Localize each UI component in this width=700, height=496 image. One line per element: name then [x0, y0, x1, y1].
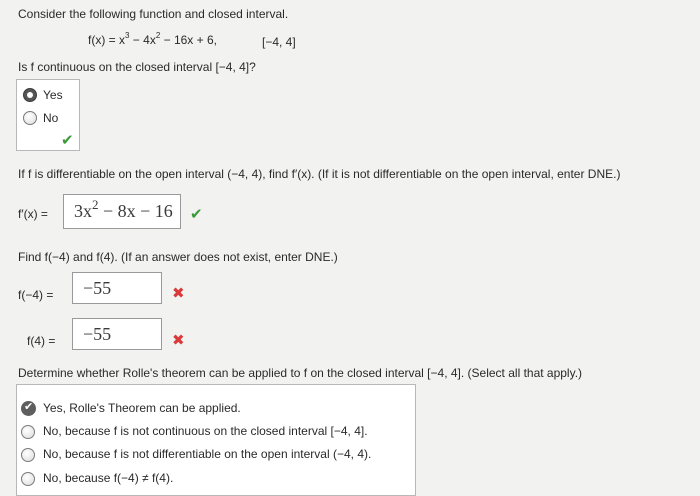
rolle-option-1: Yes, Rolle's Theorem can be applied.: [43, 401, 241, 415]
rolle-option-2: No, because f is not continuous on the c…: [43, 424, 368, 438]
check-icon: ✔: [61, 132, 74, 149]
check-icon: ✔: [190, 206, 203, 223]
derivative-lhs: f′(x) =: [18, 207, 48, 221]
continuity-options-box: Yes No ✔: [16, 79, 80, 151]
function-exp1: 3: [125, 31, 130, 40]
derivative-coef: 3x: [74, 201, 92, 221]
x-icon: ✖: [172, 285, 185, 302]
derivative-answer-field[interactable]: 3x2 − 8x − 16: [63, 194, 181, 229]
f-neg4-field[interactable]: −55: [72, 272, 162, 304]
checkmark-icon: ✔: [24, 401, 34, 413]
derivative-question: If f is differentiable on the open inter…: [18, 167, 621, 181]
f-4-field[interactable]: −55: [72, 318, 162, 350]
x-icon: ✖: [172, 332, 185, 349]
rolle-question: Determine whether Rolle's theorem can be…: [18, 366, 583, 380]
option-yes-label: Yes: [43, 88, 63, 102]
derivative-rest: − 8x − 16: [98, 201, 173, 221]
checkbox-yes[interactable]: ✔: [21, 401, 36, 416]
function-mid: − 4x: [129, 33, 156, 47]
endpoint-question: Find f(−4) and f(4). (If an answer does …: [18, 250, 338, 264]
function-expression: f(x) = x3 − 4x2 − 16x + 6,: [88, 31, 217, 48]
question-intro: Consider the following function and clos…: [18, 7, 289, 21]
radio-no[interactable]: [23, 111, 37, 125]
checkbox-not-differentiable[interactable]: [21, 448, 35, 462]
checkbox-endpoints-unequal[interactable]: [21, 472, 35, 486]
checkbox-not-continuous[interactable]: [21, 425, 35, 439]
function-lhs: f(x) = x: [88, 33, 126, 47]
f-4-label: f(4) =: [27, 334, 56, 348]
function-rest: − 16x + 6,: [160, 33, 217, 47]
option-no-label: No: [43, 111, 59, 125]
rolle-options-box: ✔ Yes, Rolle's Theorem can be applied. N…: [16, 384, 416, 496]
function-exp2: 2: [155, 31, 161, 40]
rolle-option-3: No, because f is not differentiable on t…: [43, 447, 372, 461]
radio-yes[interactable]: [23, 88, 37, 102]
function-interval: [−4, 4]: [262, 35, 296, 49]
derivative-exp: 2: [92, 197, 99, 212]
continuity-question: Is f continuous on the closed interval […: [18, 60, 256, 74]
rolle-option-4: No, because f(−4) ≠ f(4).: [43, 471, 174, 485]
f-neg4-label: f(−4) =: [18, 288, 54, 302]
